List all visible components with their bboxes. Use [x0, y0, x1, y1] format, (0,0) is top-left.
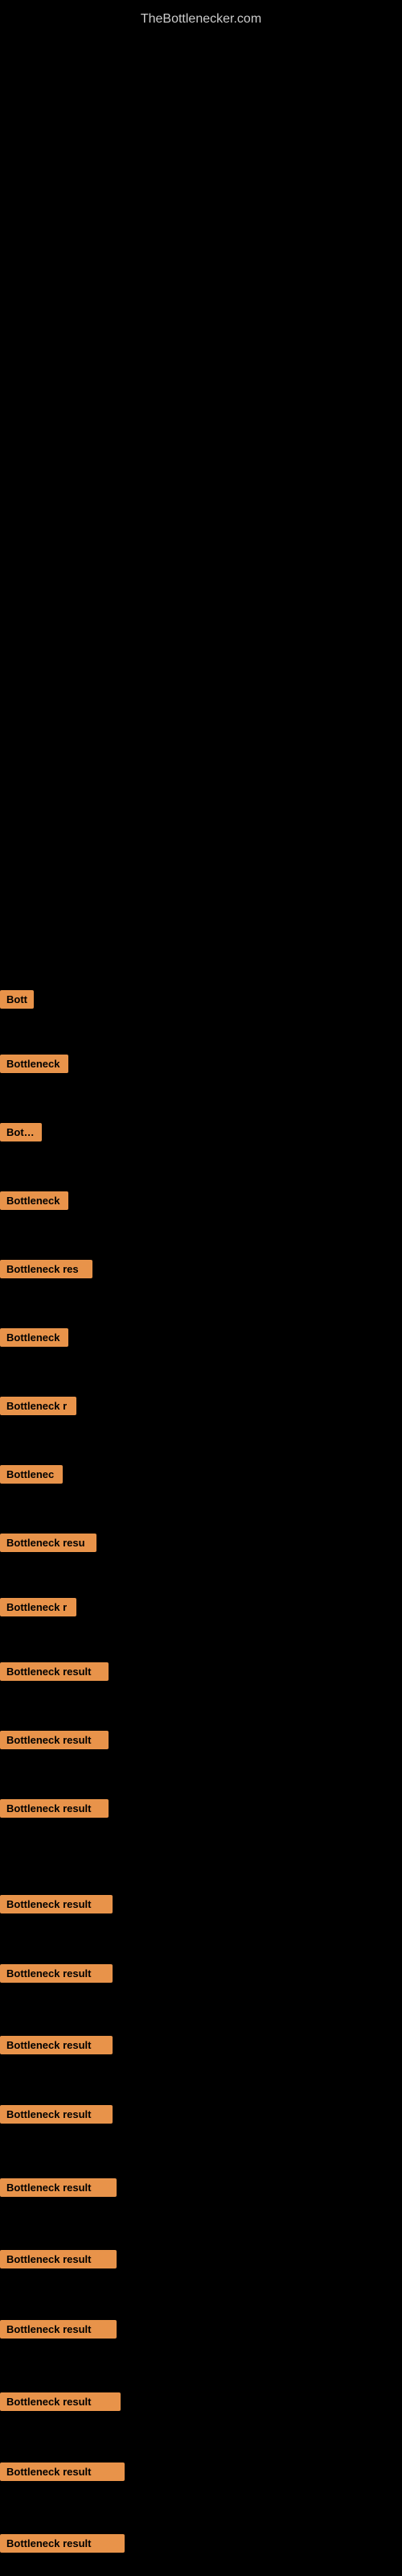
bottleneck-result-item[interactable]: Bottle	[0, 1123, 42, 1146]
bottleneck-label[interactable]: Bottleneck result	[0, 2392, 121, 2411]
bottleneck-result-item[interactable]: Bottleneck result	[0, 1964, 113, 1987]
bottleneck-label[interactable]: Bottleneck result	[0, 2462, 125, 2481]
bottleneck-result-item[interactable]: Bottleneck r	[0, 1598, 76, 1620]
bottleneck-label[interactable]: Bottleneck result	[0, 2036, 113, 2054]
bottleneck-result-item[interactable]: Bottleneck result	[0, 2320, 117, 2343]
bottleneck-label[interactable]: Bottleneck result	[0, 2105, 113, 2124]
site-title: TheBottlenecker.com	[0, 4, 402, 35]
bottleneck-result-item[interactable]: Bottleneck result	[0, 2534, 125, 2557]
bottleneck-result-item[interactable]: Bott	[0, 990, 34, 1013]
bottleneck-result-item[interactable]: Bottleneck result	[0, 1662, 109, 1685]
bottleneck-result-item[interactable]: Bottleneck result	[0, 2178, 117, 2201]
bottleneck-label[interactable]: Bottleneck	[0, 1055, 68, 1073]
bottleneck-result-item[interactable]: Bottleneck result	[0, 1731, 109, 1753]
bottleneck-label[interactable]: Bottleneck	[0, 1191, 68, 1210]
bottleneck-result-item[interactable]: Bottleneck result	[0, 2392, 121, 2415]
bottleneck-label[interactable]: Bottleneck r	[0, 1397, 76, 1415]
bottleneck-label[interactable]: Bottleneck result	[0, 2534, 125, 2553]
bottleneck-result-item[interactable]: Bottlenec	[0, 1465, 63, 1488]
bottleneck-label[interactable]: Bottleneck result	[0, 1799, 109, 1818]
bottleneck-label[interactable]: Bottlenec	[0, 1465, 63, 1484]
bottleneck-label[interactable]: Bottleneck result	[0, 1895, 113, 1913]
bottleneck-label[interactable]: Bottleneck res	[0, 1260, 92, 1278]
bottleneck-label[interactable]: Bottleneck result	[0, 2250, 117, 2268]
bottleneck-result-item[interactable]: Bottleneck	[0, 1191, 68, 1214]
bottleneck-label[interactable]: Bottleneck result	[0, 2320, 117, 2339]
bottleneck-result-item[interactable]: Bottleneck res	[0, 1260, 92, 1282]
bottleneck-label[interactable]: Bottleneck	[0, 1328, 68, 1347]
bottleneck-label[interactable]: Bottleneck result	[0, 1964, 113, 1983]
bottleneck-label[interactable]: Bottleneck r	[0, 1598, 76, 1616]
bottleneck-label[interactable]: Bottleneck result	[0, 1731, 109, 1749]
bottleneck-label[interactable]: Bottleneck resu	[0, 1534, 96, 1552]
bottleneck-result-item[interactable]: Bottleneck result	[0, 2036, 113, 2058]
bottleneck-label[interactable]: Bottle	[0, 1123, 42, 1141]
bottleneck-label[interactable]: Bottleneck result	[0, 1662, 109, 1681]
bottleneck-result-item[interactable]: Bottleneck result	[0, 2462, 125, 2485]
bottleneck-result-item[interactable]: Bottleneck r	[0, 1397, 76, 1419]
bottleneck-result-item[interactable]: Bottleneck resu	[0, 1534, 96, 1556]
bottleneck-result-item[interactable]: Bottleneck result	[0, 2105, 113, 2128]
bottleneck-result-item[interactable]: Bottleneck result	[0, 1895, 113, 1918]
bottleneck-label[interactable]: Bott	[0, 990, 34, 1009]
bottleneck-result-item[interactable]: Bottleneck result	[0, 2250, 117, 2273]
bottleneck-result-item[interactable]: Bottleneck result	[0, 1799, 109, 1822]
bottleneck-result-item[interactable]: Bottleneck	[0, 1328, 68, 1351]
bottleneck-result-item[interactable]: Bottleneck	[0, 1055, 68, 1077]
bottleneck-label[interactable]: Bottleneck result	[0, 2178, 117, 2197]
